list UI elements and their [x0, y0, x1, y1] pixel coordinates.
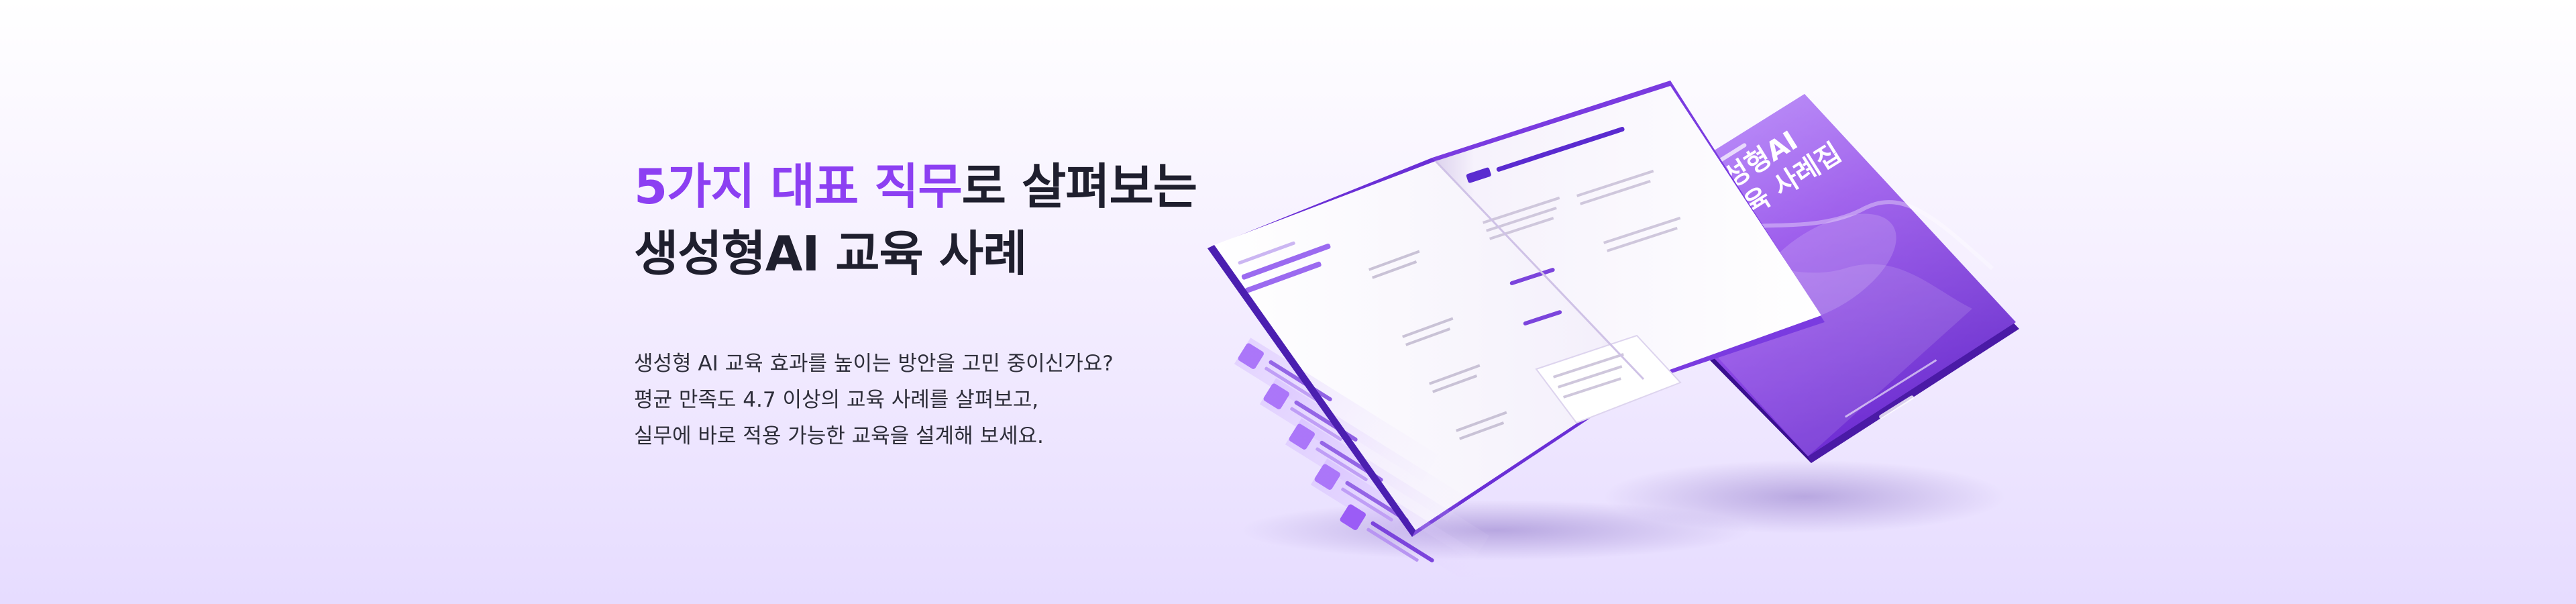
brochure-svg: 생성형AI 교육 사례집 — [1208, 81, 2019, 577]
headline-line-1: 5가지 대표 직무로 살펴보는 — [634, 153, 1197, 220]
brochure-illustration: 생성형AI 교육 사례집 — [1201, 67, 2039, 577]
description-line-1: 생성형 AI 교육 효과를 높이는 방안을 고민 중이신가요? — [634, 352, 1114, 376]
headline-accent: 5가지 대표 직무 — [634, 158, 963, 215]
description: 생성형 AI 교육 효과를 높이는 방안을 고민 중이신가요? 평균 만족도 4… — [634, 346, 1114, 454]
headline-line-2: 생성형AI 교육 사례 — [634, 225, 1027, 282]
description-line-3: 실무에 바로 적용 가능한 교육을 설계해 보세요. — [634, 424, 1044, 448]
headline: 5가지 대표 직무로 살펴보는 생성형AI 교육 사례 — [634, 153, 1197, 287]
description-line-2: 평균 만족도 4.7 이상의 교육 사례를 살펴보고, — [634, 388, 1039, 412]
promo-banner: 5가지 대표 직무로 살펴보는 생성형AI 교육 사례 생성형 AI 교육 효과… — [0, 0, 2576, 604]
headline-rest: 로 살펴보는 — [961, 158, 1197, 215]
